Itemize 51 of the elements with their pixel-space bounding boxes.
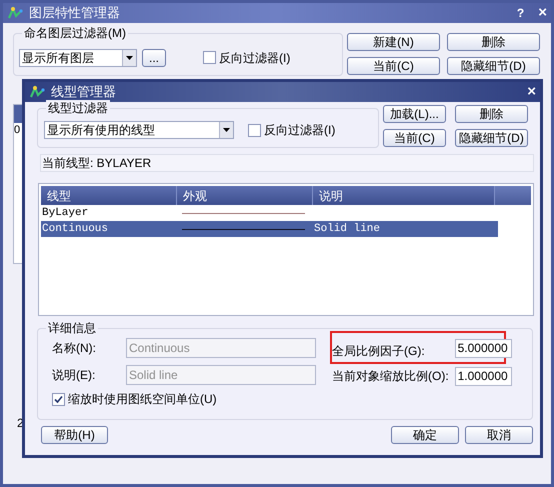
button[interactable]: 新建(N) [347,33,440,51]
button[interactable]: 删除 [447,33,540,51]
help-button[interactable]: ? [516,4,524,22]
current-linetype-text: 当前线型: BYLAYER [40,154,534,172]
close-button[interactable]: × [538,2,547,24]
field-label: 当前对象缩放比例(O): [332,368,450,385]
checkbox-label: 缩放时使用图纸空间单位(U) [68,391,217,408]
field-label: 说明(E): [52,367,96,384]
checkbox-label: 反向过滤器(I) [219,50,290,66]
checkbox-label: 反向过滤器(I) [264,122,336,139]
dropdown-value: 显示所有使用的线型 [47,122,155,139]
button[interactable]: 隐藏细节(D) [447,57,540,75]
dropdown[interactable]: 显示所有图层 [19,48,137,66]
table-row[interactable]: Continuous Solid line [41,221,498,237]
button[interactable]: 当前(C) [347,57,440,75]
text-field: Solid line [126,365,316,385]
button[interactable]: 当前(C) [383,129,446,147]
text-field[interactable]: 5.000000 [454,338,512,358]
text-field[interactable]: 1.000000 [454,366,512,386]
field-label: 全局比例因子(G): [332,343,426,360]
field-label: 名称(N): [52,340,97,357]
list-text: 0 [14,123,22,137]
group-label: 命名图层过滤器(M) [22,25,128,41]
app-icon [7,5,23,21]
group-label: 线型过滤器 [46,100,110,116]
table-cell-text: Continuous [41,222,110,237]
close-button[interactable]: × [527,80,536,104]
text-field: Continuous [126,338,316,358]
checkbox[interactable] [248,124,261,136]
app-icon [29,84,45,100]
checkbox[interactable] [52,392,65,406]
window-title: 图层特性管理器 [29,4,121,22]
button[interactable]: 隐藏细节(D) [455,129,528,147]
window-title: 线型管理器 [51,83,117,102]
button[interactable]: 删除 [455,105,528,123]
table-cell-text: ByLayer [41,206,90,221]
browse-button[interactable]: ... [142,48,166,66]
group-label: 详细信息 [46,320,98,336]
column-header[interactable]: 线型 [41,186,177,205]
column-header[interactable]: 说明 [313,186,495,205]
button[interactable]: 取消 [465,426,533,444]
table-cell-text: Solid line [313,222,380,237]
button[interactable]: 确定 [391,426,459,444]
checkbox[interactable] [203,51,216,64]
column-header[interactable]: 外观 [177,186,313,205]
dropdown-value: 显示所有图层 [22,50,94,66]
dropdown[interactable]: 显示所有使用的线型 [44,121,234,139]
button[interactable]: 帮助(H) [41,426,108,444]
table-row[interactable]: ByLayer [41,205,498,221]
button[interactable]: 加载(L)... [383,105,446,123]
column-header [495,186,531,205]
